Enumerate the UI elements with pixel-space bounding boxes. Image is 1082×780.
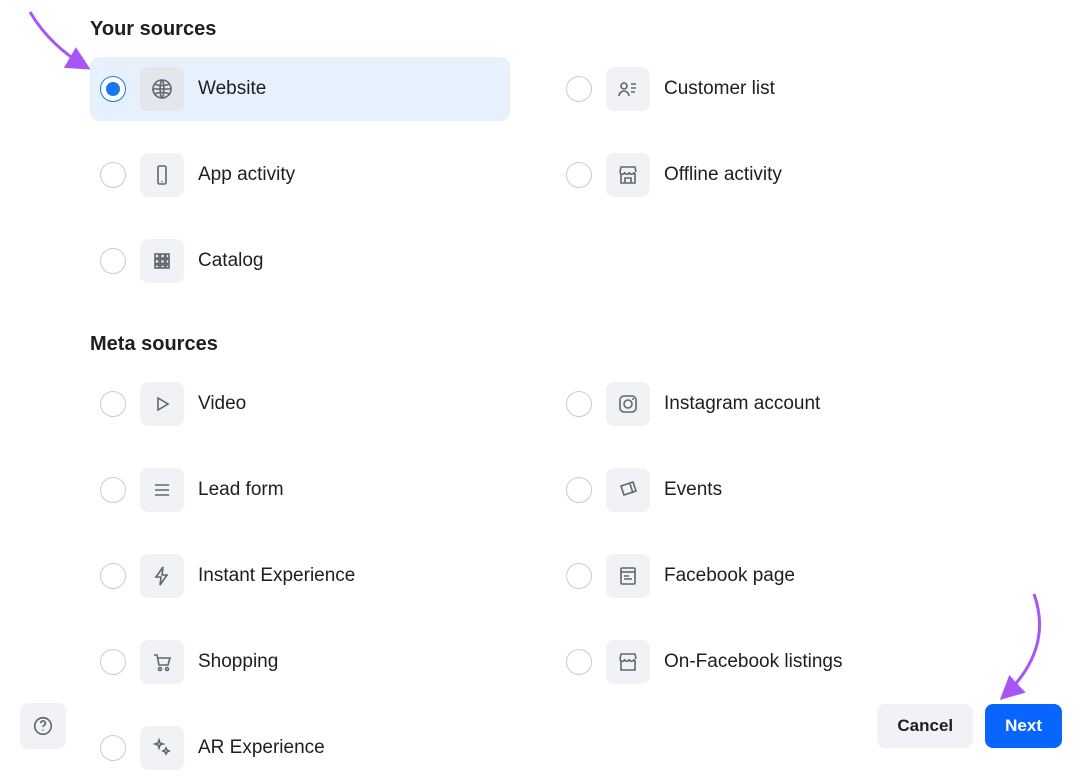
- footer: Cancel Next: [20, 703, 1062, 749]
- radio-catalog[interactable]: [100, 248, 126, 274]
- instagram-icon: [606, 382, 650, 426]
- radio-app-activity[interactable]: [100, 162, 126, 188]
- option-label-catalog: Catalog: [198, 250, 264, 272]
- phone-icon: [140, 153, 184, 197]
- option-lead-form[interactable]: Lead form: [90, 458, 510, 522]
- bolt-icon: [140, 554, 184, 598]
- option-instagram[interactable]: Instagram account: [556, 372, 976, 436]
- your-sources-title: Your sources: [90, 18, 992, 41]
- radio-shopping[interactable]: [100, 649, 126, 675]
- question-icon: [32, 715, 54, 737]
- option-label-facebook-page: Facebook page: [664, 565, 795, 587]
- globe-icon: [140, 67, 184, 111]
- option-label-events: Events: [664, 479, 722, 501]
- radio-offline-activity[interactable]: [566, 162, 592, 188]
- form-lines-icon: [140, 468, 184, 512]
- option-video[interactable]: Video: [90, 372, 510, 436]
- cancel-button[interactable]: Cancel: [877, 704, 973, 748]
- option-label-offline-activity: Offline activity: [664, 164, 782, 186]
- option-on-fb-listings[interactable]: On-Facebook listings: [556, 630, 976, 694]
- radio-instagram[interactable]: [566, 391, 592, 417]
- store-icon: [606, 153, 650, 197]
- option-label-instant-experience: Instant Experience: [198, 565, 355, 587]
- radio-video[interactable]: [100, 391, 126, 417]
- option-label-lead-form: Lead form: [198, 479, 284, 501]
- page-icon: [606, 554, 650, 598]
- radio-lead-form[interactable]: [100, 477, 126, 503]
- your-sources-grid: Website Customer list App activity Offli…: [90, 57, 992, 293]
- radio-customer-list[interactable]: [566, 76, 592, 102]
- option-shopping[interactable]: Shopping: [90, 630, 510, 694]
- option-label-instagram: Instagram account: [664, 393, 820, 415]
- radio-events[interactable]: [566, 477, 592, 503]
- option-label-app-activity: App activity: [198, 164, 295, 186]
- option-label-video: Video: [198, 393, 246, 415]
- radio-on-fb-listings[interactable]: [566, 649, 592, 675]
- option-offline-activity[interactable]: Offline activity: [556, 143, 976, 207]
- radio-instant-experience[interactable]: [100, 563, 126, 589]
- option-website[interactable]: Website: [90, 57, 510, 121]
- option-label-customer-list: Customer list: [664, 78, 775, 100]
- play-icon: [140, 382, 184, 426]
- option-instant-experience[interactable]: Instant Experience: [90, 544, 510, 608]
- option-label-on-fb-listings: On-Facebook listings: [664, 651, 842, 673]
- option-label-website: Website: [198, 78, 266, 100]
- ticket-icon: [606, 468, 650, 512]
- help-button[interactable]: [20, 703, 66, 749]
- grid-icon: [140, 239, 184, 283]
- annotation-arrow-next: [984, 590, 1054, 715]
- option-catalog[interactable]: Catalog: [90, 229, 510, 293]
- option-app-activity[interactable]: App activity: [90, 143, 510, 207]
- option-facebook-page[interactable]: Facebook page: [556, 544, 976, 608]
- meta-sources-title: Meta sources: [90, 333, 992, 356]
- next-button[interactable]: Next: [985, 704, 1062, 748]
- cart-icon: [140, 640, 184, 684]
- option-events[interactable]: Events: [556, 458, 976, 522]
- radio-facebook-page[interactable]: [566, 563, 592, 589]
- radio-website[interactable]: [100, 76, 126, 102]
- storefront-icon: [606, 640, 650, 684]
- annotation-arrow-website: [10, 6, 100, 91]
- option-label-shopping: Shopping: [198, 651, 278, 673]
- your-sources-section: Your sources Website Customer list App a…: [90, 18, 992, 293]
- option-customer-list[interactable]: Customer list: [556, 57, 976, 121]
- person-list-icon: [606, 67, 650, 111]
